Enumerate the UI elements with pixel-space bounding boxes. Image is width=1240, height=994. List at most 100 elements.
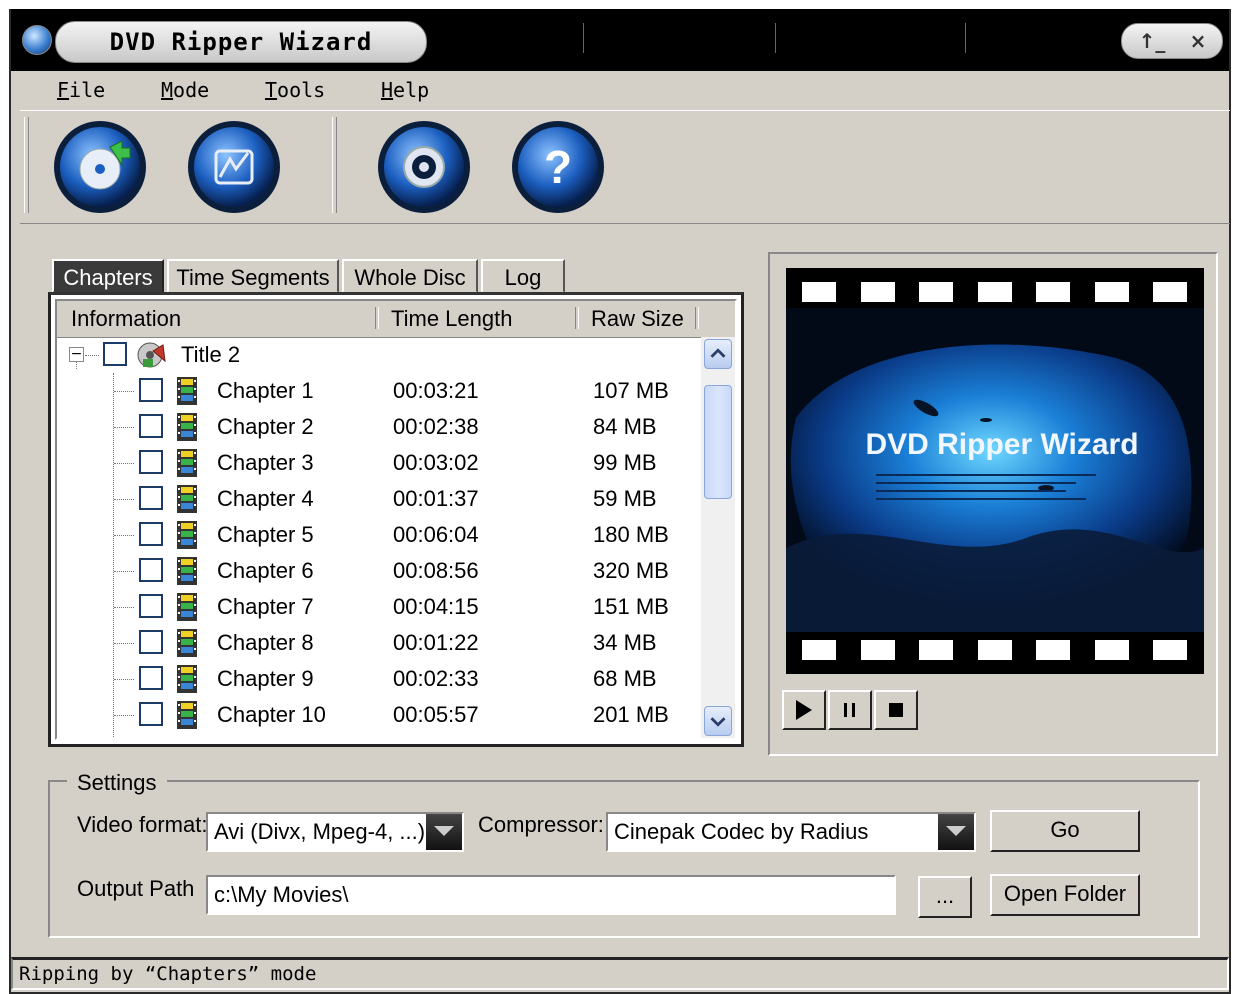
chapter-row[interactable]: Chapter 9 00:02:33 68 MB — [57, 661, 697, 697]
tree-line — [114, 715, 134, 716]
menu-label: ools — [277, 78, 326, 102]
output-path-input[interactable]: c:\My Movies\ — [206, 875, 896, 915]
scroll-up-button[interactable] — [704, 339, 732, 369]
column-header-information[interactable]: Information — [71, 301, 181, 337]
title-bar[interactable]: DVD Ripper Wizard ↑_ × — [11, 9, 1229, 71]
video-format-select[interactable]: Avi (Divx, Mpeg-4, ...) — [206, 812, 464, 852]
chapter-name: Chapter 2 — [217, 414, 314, 439]
tree-line — [114, 499, 134, 500]
chapter-checkbox[interactable] — [139, 414, 163, 438]
tab-whole-disc[interactable]: Whole Disc — [342, 259, 478, 293]
chapter-row[interactable]: Chapter 1 00:03:21 107 MB — [57, 373, 697, 409]
menu-tools[interactable]: Tools — [265, 75, 325, 105]
play-button[interactable] — [782, 690, 826, 730]
chapter-row[interactable]: Chapter 10 00:05:57 201 MB — [57, 697, 697, 733]
pause-button[interactable] — [828, 690, 872, 730]
chevron-down-icon[interactable] — [938, 814, 974, 850]
chapter-checkbox[interactable] — [139, 630, 163, 654]
column-separator[interactable] — [695, 307, 699, 329]
scroll-down-button[interactable] — [704, 706, 732, 736]
chapter-list[interactable]: Information Time Length Raw Size − Title… — [55, 299, 737, 740]
menu-mode[interactable]: Mode — [161, 75, 209, 105]
video-format-value: Avi (Divx, Mpeg-4, ...) — [214, 819, 426, 844]
status-text: Ripping by “Chapters” mode — [19, 963, 317, 985]
menu-label: elp — [393, 78, 430, 102]
app-orb-icon[interactable] — [22, 25, 52, 55]
chapter-checkbox[interactable] — [139, 486, 163, 510]
compressor-value: Cinepak Codec by Radius — [614, 819, 869, 844]
minimize-button[interactable]: ↑_ — [1130, 24, 1174, 58]
help-button[interactable]: ? — [510, 121, 606, 213]
tab-log[interactable]: Log — [481, 259, 565, 293]
chapter-row[interactable]: Chapter 2 00:02:38 84 MB — [57, 409, 697, 445]
film-hole — [860, 282, 895, 302]
pause-icon — [844, 703, 855, 717]
chapter-row[interactable]: Chapter 6 00:08:56 320 MB — [57, 553, 697, 589]
film-hole — [860, 640, 895, 660]
settings-icon — [378, 121, 470, 213]
film-hole — [977, 640, 1012, 660]
chapter-size: 107 MB — [593, 378, 669, 403]
vertical-scrollbar[interactable] — [701, 337, 735, 738]
chapter-size: 151 MB — [593, 594, 669, 619]
open-folder-button[interactable]: Open Folder — [990, 874, 1140, 916]
scroll-thumb[interactable] — [704, 385, 732, 499]
status-bar: Ripping by “Chapters” mode — [11, 957, 1229, 990]
tab-chapters[interactable]: Chapters — [52, 259, 164, 293]
chapter-row[interactable]: Chapter 3 00:03:02 99 MB — [57, 445, 697, 481]
wizard-button[interactable] — [186, 121, 282, 213]
chapter-row[interactable]: Chapter 7 00:04:15 151 MB — [57, 589, 697, 625]
chapter-checkbox[interactable] — [139, 666, 163, 690]
chapter-checkbox[interactable] — [139, 702, 163, 726]
tree-line — [114, 679, 134, 680]
chapter-row[interactable]: Chapter 8 00:01:22 34 MB — [57, 625, 697, 661]
compressor-select[interactable]: Cinepak Codec by Radius — [606, 812, 976, 852]
title-checkbox[interactable] — [103, 342, 127, 366]
chapter-checkbox[interactable] — [139, 450, 163, 474]
help-icon: ? — [512, 121, 604, 213]
chapter-size: 180 MB — [593, 522, 669, 547]
tree-line — [114, 607, 134, 608]
toolbar-grip[interactable] — [24, 117, 29, 213]
menu-help[interactable]: Help — [381, 75, 429, 105]
stop-button[interactable] — [874, 690, 918, 730]
film-strip-icon — [177, 377, 197, 405]
output-path-label: Output Path — [77, 876, 195, 901]
browse-button[interactable]: ... — [918, 876, 972, 918]
column-header-time-length[interactable]: Time Length — [391, 301, 512, 337]
chapter-row[interactable]: Chapter 4 00:01:37 59 MB — [57, 481, 697, 517]
menu-bar: File Mode Tools Help — [11, 71, 1229, 111]
collapse-toggle[interactable]: − — [69, 347, 84, 362]
tab-time-segments[interactable]: Time Segments — [167, 259, 339, 293]
chapter-size: 84 MB — [593, 414, 657, 439]
wizard-icon — [188, 121, 280, 213]
menu-label: ile — [69, 78, 106, 102]
toolbar-grip[interactable] — [332, 117, 337, 213]
chapter-checkbox[interactable] — [139, 378, 163, 402]
column-header-raw-size[interactable]: Raw Size — [591, 301, 684, 337]
chapter-name: Chapter 3 — [217, 450, 314, 475]
menu-mnemonic: H — [381, 78, 394, 102]
column-separator[interactable] — [375, 307, 379, 329]
chapter-checkbox[interactable] — [139, 522, 163, 546]
chapter-row[interactable]: Chapter 5 00:06:04 180 MB — [57, 517, 697, 553]
film-hole — [1094, 640, 1129, 660]
chapter-checkbox[interactable] — [139, 558, 163, 582]
rip-disc-icon — [54, 121, 146, 213]
chapter-checkbox[interactable] — [139, 594, 163, 618]
menu-file[interactable]: File — [57, 75, 105, 105]
chapter-name: Chapter 6 — [217, 558, 314, 583]
rip-disc-button[interactable] — [52, 121, 148, 213]
settings-group-label: Settings — [67, 769, 167, 797]
title-row[interactable]: − Title 2 — [57, 337, 697, 373]
chevron-down-icon[interactable] — [426, 814, 462, 850]
chapter-name: Chapter 1 — [217, 378, 314, 403]
column-separator[interactable] — [575, 307, 579, 329]
go-button[interactable]: Go — [990, 810, 1140, 852]
menu-mnemonic: T — [265, 78, 278, 102]
close-button[interactable]: × — [1178, 24, 1218, 58]
tree-line — [114, 427, 134, 428]
settings-button[interactable] — [376, 121, 472, 213]
chapter-time: 00:03:21 — [393, 378, 479, 403]
chapter-size: 68 MB — [593, 666, 657, 691]
